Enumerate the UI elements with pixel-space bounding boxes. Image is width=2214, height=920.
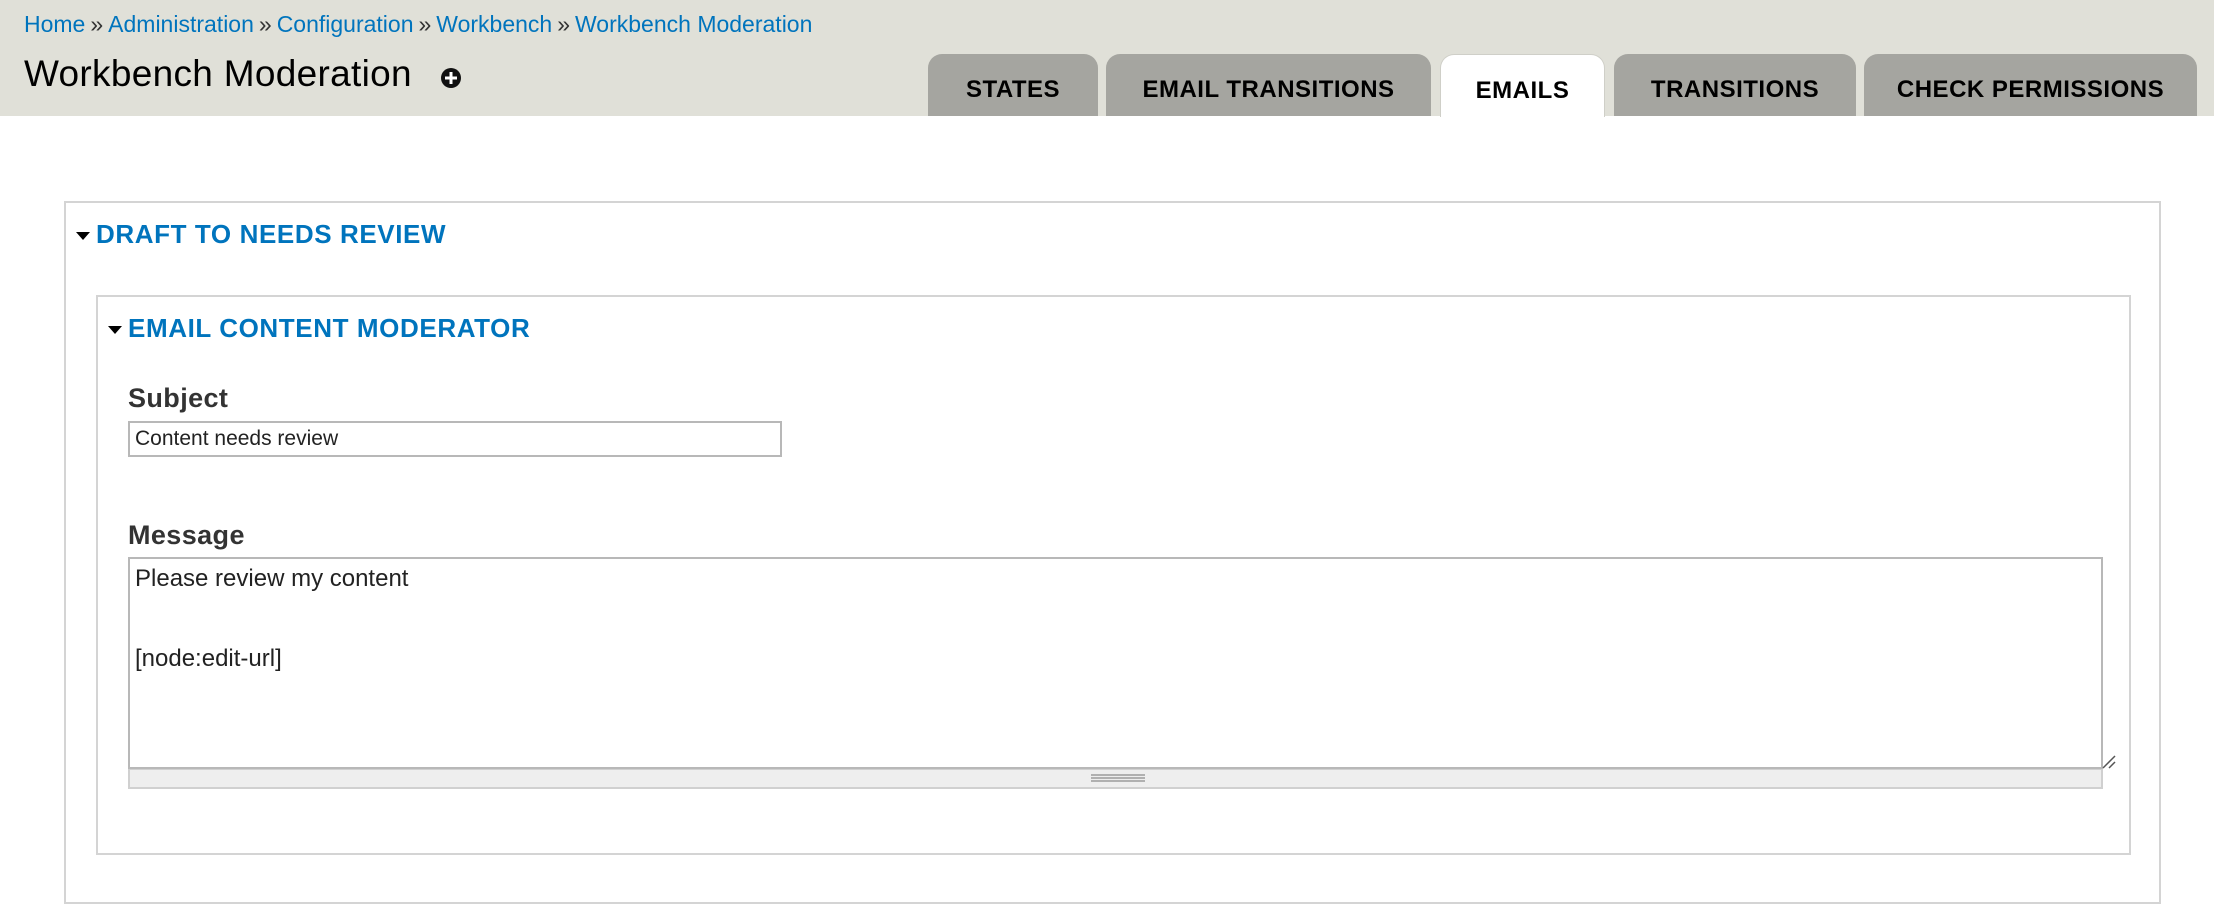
tab-transitions[interactable]: TRANSITIONS: [1614, 54, 1856, 116]
resize-handle-icon[interactable]: [2100, 753, 2116, 769]
tab-emails[interactable]: EMAILS: [1440, 54, 1605, 117]
breadcrumb-workbench-moderation-link[interactable]: Workbench Moderation: [575, 11, 812, 37]
transition-fieldset: DRAFT TO NEEDS REVIEW EMAIL CONTENT MODE…: [64, 201, 2161, 904]
message-label: Message: [128, 520, 245, 550]
grip-lines-icon: [1091, 774, 1145, 782]
breadcrumb-separator: »: [418, 11, 432, 37]
subject-label: Subject: [128, 383, 229, 413]
breadcrumb-separator: »: [90, 11, 104, 37]
breadcrumb: Home» Administration» Configuration» Workbe…: [24, 10, 812, 38]
tab-bar: STATES EMAIL TRANSITIONS EMAILS TRANSITI…: [0, 54, 2214, 117]
breadcrumb-workbench-link[interactable]: Workbench: [436, 11, 552, 37]
transition-fieldset-toggle[interactable]: DRAFT TO NEEDS REVIEW: [76, 219, 446, 250]
transition-fieldset-legend: DRAFT TO NEEDS REVIEW: [96, 219, 447, 249]
email-fieldset-toggle[interactable]: EMAIL CONTENT MODERATOR: [108, 313, 530, 344]
collapse-triangle-icon: [108, 326, 122, 334]
subject-input[interactable]: [128, 421, 782, 457]
collapse-triangle-icon: [76, 232, 90, 240]
page-header: Home» Administration» Configuration» Workbe…: [0, 0, 2214, 117]
message-textarea[interactable]: Please review my content [node:edit-url]: [128, 557, 2103, 769]
breadcrumb-home-link[interactable]: Home: [24, 11, 85, 37]
tab-states[interactable]: STATES: [928, 54, 1098, 116]
email-fieldset-legend: EMAIL CONTENT MODERATOR: [128, 313, 531, 343]
email-fieldset: EMAIL CONTENT MODERATOR Subject Message …: [96, 295, 2131, 855]
breadcrumb-separator: »: [557, 11, 571, 37]
tab-check-permissions[interactable]: CHECK PERMISSIONS: [1864, 54, 2197, 116]
breadcrumb-configuration-link[interactable]: Configuration: [277, 11, 414, 37]
breadcrumb-administration-link[interactable]: Administration: [108, 11, 254, 37]
tab-email-transitions[interactable]: EMAIL TRANSITIONS: [1106, 54, 1431, 116]
breadcrumb-separator: »: [258, 11, 272, 37]
textarea-grippie[interactable]: [128, 769, 2103, 789]
